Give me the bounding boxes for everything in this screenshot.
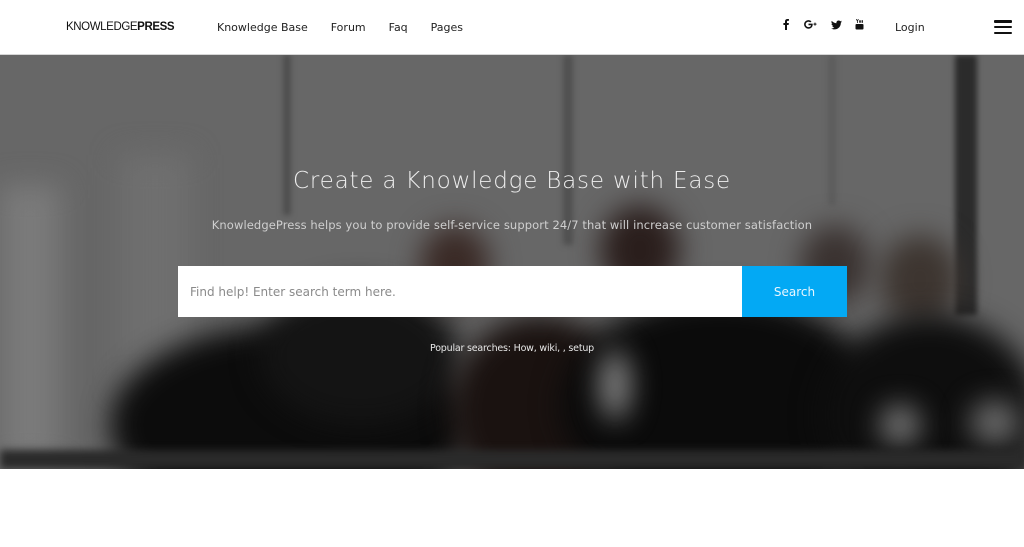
nav-item-forum[interactable]: Forum bbox=[331, 20, 366, 36]
google-plus-icon[interactable] bbox=[803, 19, 819, 30]
twitter-icon[interactable] bbox=[831, 19, 843, 30]
search-input[interactable] bbox=[178, 266, 742, 317]
search-form: Search bbox=[178, 266, 847, 317]
nav-item-faq[interactable]: Faq bbox=[389, 20, 408, 36]
popular-searches-label: Popular searches: bbox=[430, 343, 511, 354]
hero-title: Create a Knowledge Base with Ease bbox=[293, 168, 731, 194]
site-header: KNOWLEDGEPRESS Knowledge Base Forum Faq … bbox=[0, 0, 1024, 55]
search-button[interactable]: Search bbox=[742, 266, 847, 317]
hero-section: Create a Knowledge Base with Ease Knowle… bbox=[0, 55, 1024, 469]
hero-subtitle: KnowledgePress helps you to provide self… bbox=[211, 218, 813, 232]
facebook-icon[interactable] bbox=[783, 19, 791, 30]
youtube-icon[interactable] bbox=[855, 19, 865, 30]
logo-text-bold: PRESS bbox=[137, 21, 175, 33]
popular-searches: Popular searches: How, wiki, , setup bbox=[0, 343, 1024, 354]
social-links bbox=[783, 19, 877, 30]
site-logo[interactable]: KNOWLEDGEPRESS bbox=[66, 20, 175, 34]
nav-item-knowledge-base[interactable]: Knowledge Base bbox=[217, 20, 308, 36]
logo-text-light: KNOWLEDGE bbox=[66, 21, 138, 33]
login-link[interactable]: Login bbox=[895, 20, 925, 36]
main-nav: Knowledge Base Forum Faq Pages bbox=[217, 20, 486, 36]
nav-item-pages[interactable]: Pages bbox=[431, 20, 463, 36]
hamburger-icon[interactable] bbox=[994, 20, 1012, 35]
popular-searches-terms[interactable]: How, wiki, , setup bbox=[514, 343, 595, 354]
